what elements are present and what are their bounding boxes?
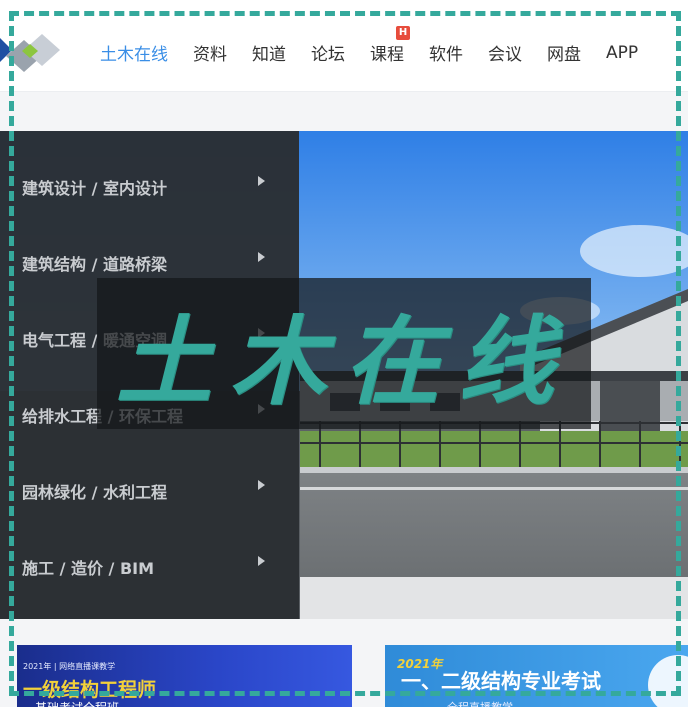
hot-badge: H [396, 26, 410, 40]
nav-item-resources[interactable]: 资料 [193, 40, 227, 65]
banner-subtitle: 基础考试全程班 [35, 699, 119, 707]
nav-item-knowledge[interactable]: 知道 [252, 40, 286, 65]
nav-item-forum[interactable]: 论坛 [311, 40, 345, 65]
course-banner-structural-engineer[interactable]: 2021年 | 网络直播课教学 一级结构工程师 基础考试全程班 [17, 645, 352, 707]
chevron-right-icon [258, 176, 265, 186]
nav-item-netdisk[interactable]: 网盘 [547, 40, 581, 65]
chevron-right-icon [258, 480, 265, 490]
banner-title: 一、二级结构专业考试 [401, 669, 601, 693]
category-item-architecture[interactable]: 建筑设计 / 室内设计 [0, 131, 299, 207]
nav-item-courses[interactable]: 课程 H [370, 26, 410, 65]
category-item-construction[interactable]: 施工 / 造价 / BIM [0, 511, 299, 587]
top-navigation-bar: 土木在线 资料 知道 论坛 课程 H 软件 会议 网盘 APP [0, 0, 688, 92]
nav-item-software[interactable]: 软件 [429, 40, 463, 65]
chevron-right-icon [258, 556, 265, 566]
chevron-right-icon [258, 252, 265, 262]
banner-subtitle: 全程直播教学 [447, 699, 513, 707]
category-label: 建筑结构 / 道路桥梁 [22, 255, 167, 274]
nav-item-meetings[interactable]: 会议 [488, 40, 522, 65]
site-logo[interactable] [0, 28, 64, 76]
category-item-structure[interactable]: 建筑结构 / 道路桥梁 [0, 207, 299, 283]
category-label: 建筑设计 / 室内设计 [22, 179, 167, 198]
nav-item-courses-label: 课程 [370, 45, 404, 65]
banner-tag: 2021年 | 网络直播课教学 [23, 662, 116, 671]
nav-item-app[interactable]: APP [606, 43, 638, 63]
banner-decoration [648, 655, 688, 707]
category-item-landscape[interactable]: 园林绿化 / 水利工程 [0, 435, 299, 511]
course-banner-structure-exam[interactable]: 2021年 一、二级结构专业考试 全程直播教学 [385, 645, 688, 707]
nav-item-tumu[interactable]: 土木在线 [100, 40, 168, 65]
banner-title: 一级结构工程师 [23, 679, 157, 701]
watermark-text: 土木在线 [116, 305, 572, 418]
main-nav: 土木在线 资料 知道 论坛 课程 H 软件 会议 网盘 APP [100, 26, 638, 65]
category-label: 施工 / 造价 / BIM [22, 559, 155, 578]
category-label: 园林绿化 / 水利工程 [22, 483, 167, 502]
